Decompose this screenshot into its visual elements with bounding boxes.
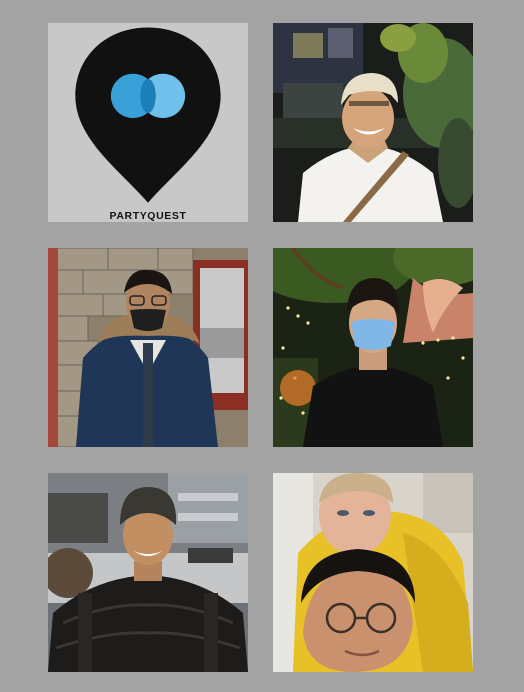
photo-man-white-shirt-cap: [273, 23, 473, 222]
map-pin-icon: [75, 27, 221, 203]
photo-two-men-yellow: [273, 473, 473, 672]
partyquest-logo-tile: PARTYQUEST: [48, 23, 248, 222]
photo-man-mask-lights: [273, 248, 473, 447]
logo-wordmark: PARTYQUEST: [109, 210, 187, 222]
photo-man-beanie-puffer: [48, 473, 248, 672]
photo-man-glasses-mask-jacket: [48, 248, 248, 447]
